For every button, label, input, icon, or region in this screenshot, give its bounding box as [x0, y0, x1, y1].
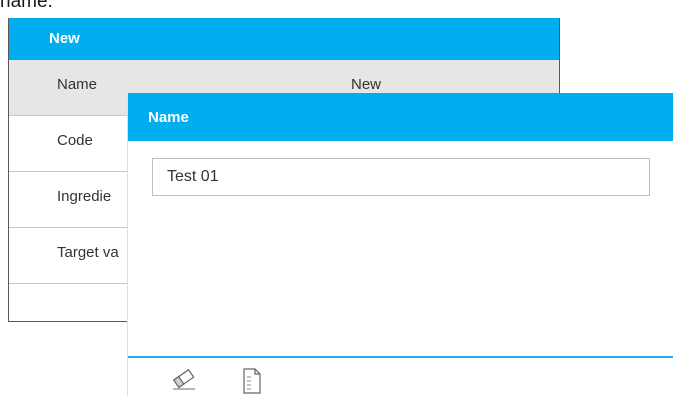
- dialog-title: Name: [128, 93, 673, 141]
- row-label: Ingredie: [57, 188, 112, 205]
- row-value: New: [351, 76, 382, 93]
- clear-button[interactable]: [166, 368, 202, 394]
- new-window-title: New: [9, 18, 559, 60]
- row-label: Target va: [57, 244, 119, 261]
- name-dialog: Name: [128, 93, 673, 396]
- row-label: Name: [57, 76, 98, 93]
- eraser-icon: [169, 368, 199, 395]
- row-label: Code: [57, 132, 93, 149]
- toolbar-divider: [128, 356, 673, 358]
- caption-fragment: name.: [0, 0, 53, 12]
- document-icon: [242, 368, 262, 399]
- template-button[interactable]: [234, 368, 270, 394]
- name-input[interactable]: [152, 158, 650, 196]
